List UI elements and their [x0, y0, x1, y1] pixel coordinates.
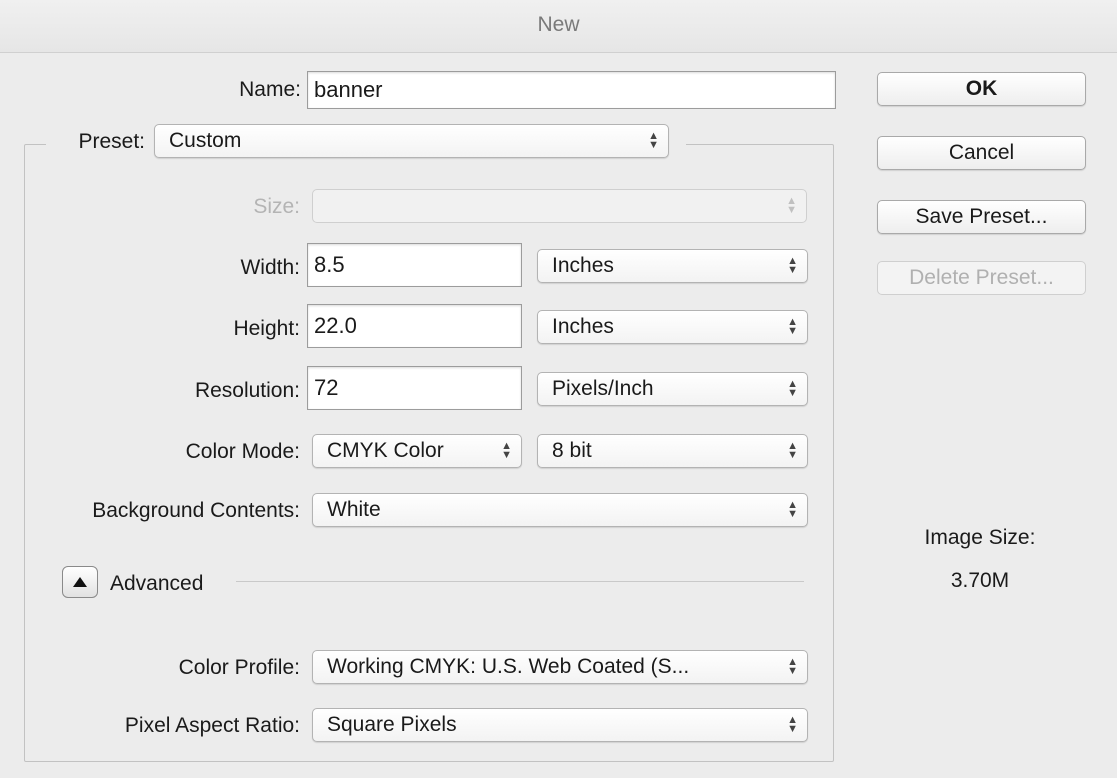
- preset-value: Custom: [169, 129, 242, 152]
- color-mode-popup[interactable]: CMYK Color ▲ ▼: [312, 434, 522, 468]
- delete-preset-button[interactable]: Delete Preset...: [877, 261, 1086, 295]
- color-profile-label: Color Profile:: [178, 656, 300, 679]
- color-profile-popup[interactable]: Working CMYK: U.S. Web Coated (S... ▲ ▼: [312, 650, 808, 684]
- up-down-arrows-icon: ▲ ▼: [787, 378, 798, 399]
- width-label: Width:: [240, 256, 300, 279]
- size-popup[interactable]: ▲ ▼: [312, 189, 807, 223]
- pixel-aspect-ratio-value: Square Pixels: [327, 713, 457, 736]
- color-profile-value: Working CMYK: U.S. Web Coated (S...: [327, 655, 690, 678]
- advanced-separator: [236, 581, 804, 582]
- resolution-label: Resolution:: [194, 379, 300, 402]
- pixel-aspect-ratio-label: Pixel Aspect Ratio:: [124, 714, 300, 737]
- cancel-button[interactable]: Cancel: [877, 136, 1086, 170]
- advanced-label: Advanced: [110, 572, 204, 595]
- color-mode-value: CMYK Color: [327, 439, 444, 462]
- up-down-arrows-icon: ▲ ▼: [787, 255, 798, 276]
- height-field[interactable]: 22.0: [307, 304, 522, 348]
- name-field[interactable]: banner: [307, 71, 836, 109]
- up-down-arrows-icon: ▲ ▼: [787, 499, 798, 520]
- background-contents-popup[interactable]: White ▲ ▼: [312, 493, 808, 527]
- size-label: Size:: [253, 195, 300, 218]
- up-down-arrows-icon: ▲ ▼: [786, 195, 797, 216]
- resolution-unit-value: Pixels/Inch: [552, 377, 654, 400]
- color-mode-label: Color Mode:: [185, 440, 300, 463]
- height-unit-popup[interactable]: Inches ▲ ▼: [537, 310, 808, 344]
- up-down-arrows-icon: ▲ ▼: [787, 714, 798, 735]
- pixel-aspect-ratio-popup[interactable]: Square Pixels ▲ ▼: [312, 708, 808, 742]
- preset-label: Preset:: [78, 130, 145, 153]
- preset-popup[interactable]: Custom ▲ ▼: [154, 124, 669, 158]
- up-down-arrows-icon: ▲ ▼: [787, 656, 798, 677]
- image-size-label: Image Size:: [924, 526, 1036, 549]
- width-unit-popup[interactable]: Inches ▲ ▼: [537, 249, 808, 283]
- resolution-field[interactable]: 72: [307, 366, 522, 410]
- height-unit-value: Inches: [552, 315, 614, 338]
- advanced-disclosure-button[interactable]: [62, 566, 98, 598]
- up-down-arrows-icon: ▲ ▼: [787, 316, 798, 337]
- up-down-arrows-icon: ▲ ▼: [787, 440, 798, 461]
- save-preset-button[interactable]: Save Preset...: [877, 200, 1086, 234]
- width-unit-value: Inches: [552, 254, 614, 277]
- name-label: Name:: [239, 78, 301, 101]
- ok-button[interactable]: OK: [877, 72, 1086, 106]
- triangle-up-icon: [73, 577, 87, 587]
- background-contents-label: Background Contents:: [92, 499, 300, 522]
- title-bar: New: [0, 0, 1117, 53]
- width-field[interactable]: 8.5: [307, 243, 522, 287]
- background-contents-value: White: [327, 498, 381, 521]
- window-title: New: [537, 13, 580, 36]
- up-down-arrows-icon: ▲ ▼: [501, 440, 512, 461]
- up-down-arrows-icon: ▲ ▼: [648, 130, 659, 151]
- height-label: Height:: [233, 317, 300, 340]
- image-size-value: 3.70M: [950, 569, 1010, 592]
- resolution-unit-popup[interactable]: Pixels/Inch ▲ ▼: [537, 372, 808, 406]
- bit-depth-value: 8 bit: [552, 439, 592, 462]
- bit-depth-popup[interactable]: 8 bit ▲ ▼: [537, 434, 808, 468]
